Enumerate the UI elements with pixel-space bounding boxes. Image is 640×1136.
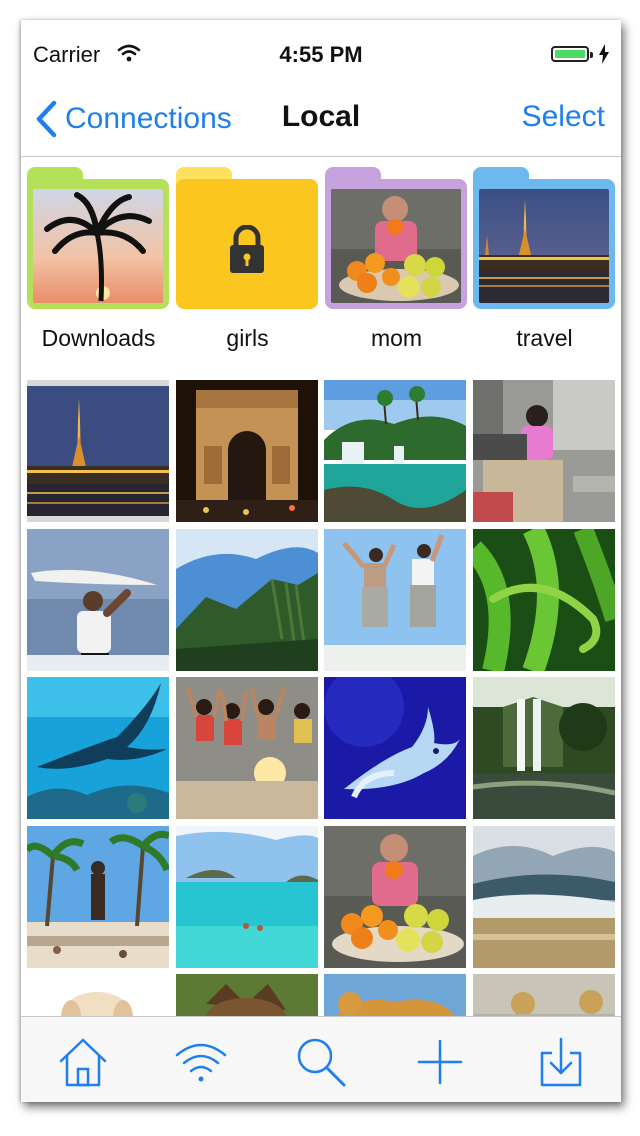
- photo-thumbnail[interactable]: [176, 677, 318, 819]
- photo-thumbnail[interactable]: [324, 677, 466, 819]
- photo-thumbnail[interactable]: [324, 380, 466, 522]
- battery-level: [555, 50, 585, 58]
- back-button-label: Connections: [65, 102, 232, 135]
- photo-thumbnail[interactable]: [27, 380, 169, 522]
- woman-with-fruit-thumbnail: [331, 189, 461, 303]
- palm-tree-sunset-thumbnail: [33, 189, 163, 303]
- photo-thumbnail[interactable]: [473, 826, 615, 968]
- folder-downloads[interactable]: [27, 167, 169, 309]
- photo-thumbnail[interactable]: [324, 826, 466, 968]
- photo-thumbnail[interactable]: [176, 529, 318, 671]
- status-time: 4:55 PM: [279, 42, 363, 67]
- folder-label-downloads: Downloads: [41, 325, 156, 351]
- download-icon[interactable]: [534, 1035, 588, 1089]
- folder-label-girls: girls: [226, 325, 269, 351]
- add-icon[interactable]: [413, 1035, 467, 1089]
- photo-thumbnail[interactable]: [176, 826, 318, 968]
- photo-thumbnail[interactable]: [324, 529, 466, 671]
- back-button[interactable]: Connections: [35, 94, 232, 144]
- app-screen: Carrier 4:55 PM Connections Local Select: [21, 20, 621, 1102]
- home-icon[interactable]: [56, 1035, 110, 1089]
- photo-thumbnail[interactable]: [473, 380, 615, 522]
- bottom-toolbar: [21, 1016, 621, 1102]
- navigation-bar: Connections Local Select: [21, 90, 621, 157]
- folder-label-travel: travel: [516, 325, 573, 351]
- photo-thumbnail[interactable]: [473, 529, 615, 671]
- select-button[interactable]: Select: [522, 100, 605, 134]
- battery-icon: [551, 46, 593, 62]
- photo-thumbnail[interactable]: [473, 677, 615, 819]
- folder-girls[interactable]: [176, 167, 318, 309]
- paris-eiffel-night-thumbnail: [479, 189, 609, 303]
- photo-thumbnail[interactable]: [27, 826, 169, 968]
- photo-thumbnail[interactable]: [27, 529, 169, 671]
- charging-bolt-icon: [599, 44, 609, 64]
- photo-thumbnail[interactable]: [27, 677, 169, 819]
- folder-mom[interactable]: [325, 167, 467, 309]
- search-icon[interactable]: [294, 1035, 348, 1089]
- folder-travel[interactable]: [473, 167, 615, 309]
- chevron-left-icon: [36, 100, 57, 138]
- wifi-icon[interactable]: [174, 1035, 228, 1089]
- folder-label-mom: mom: [370, 325, 423, 351]
- lock-icon: [230, 225, 264, 273]
- status-bar: Carrier 4:55 PM: [21, 20, 621, 90]
- photo-thumbnail[interactable]: [176, 380, 318, 522]
